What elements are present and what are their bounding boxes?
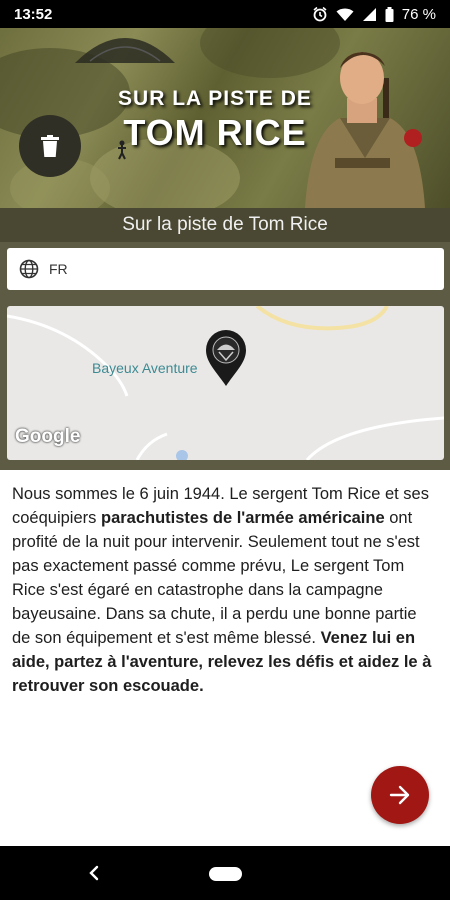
battery-icon xyxy=(385,6,394,22)
language-selector[interactable]: FR xyxy=(7,248,444,290)
description-part2: ont profité de la nuit pour intervenir. … xyxy=(12,509,420,647)
page-title-text: Sur la piste de Tom Rice xyxy=(122,214,328,235)
status-bar: 13:52 76 % xyxy=(0,0,450,28)
home-button[interactable] xyxy=(209,867,242,881)
status-time: 13:52 xyxy=(14,5,53,23)
navigation-bar xyxy=(0,846,450,900)
battery-percent: 76 % xyxy=(401,5,436,23)
map-place-label: Bayeux Aventure xyxy=(92,360,198,376)
arrow-right-icon xyxy=(389,785,410,805)
banner-title: SUR LA PISTE DE TOM RICE xyxy=(110,88,320,151)
language-value: FR xyxy=(49,261,68,277)
description-text: Nous sommes le 6 juin 1944. Le sergent T… xyxy=(12,482,438,698)
next-button[interactable] xyxy=(371,766,429,824)
paratrooper-marker-icon[interactable] xyxy=(205,330,247,386)
trash-icon xyxy=(41,135,59,157)
parachute-illustration xyxy=(75,38,175,63)
hero-banner: SUR LA PISTE DE TOM RICE xyxy=(0,28,450,208)
signal-icon xyxy=(362,7,377,22)
google-logo: Google xyxy=(15,426,81,447)
wifi-icon xyxy=(336,7,354,22)
banner-title-line1: SUR LA PISTE DE xyxy=(118,87,312,110)
back-icon[interactable] xyxy=(88,863,100,883)
delete-button[interactable] xyxy=(19,115,81,177)
alarm-icon xyxy=(312,6,328,22)
description-bold1: parachutistes de l'armée américaine xyxy=(100,509,385,527)
globe-icon xyxy=(19,259,39,279)
map-view[interactable]: Bayeux Aventure Google xyxy=(7,306,444,460)
banner-title-line2: TOM RICE xyxy=(123,112,307,153)
status-icons: 76 % xyxy=(312,6,436,23)
page-title: Sur la piste de Tom Rice xyxy=(0,208,450,242)
